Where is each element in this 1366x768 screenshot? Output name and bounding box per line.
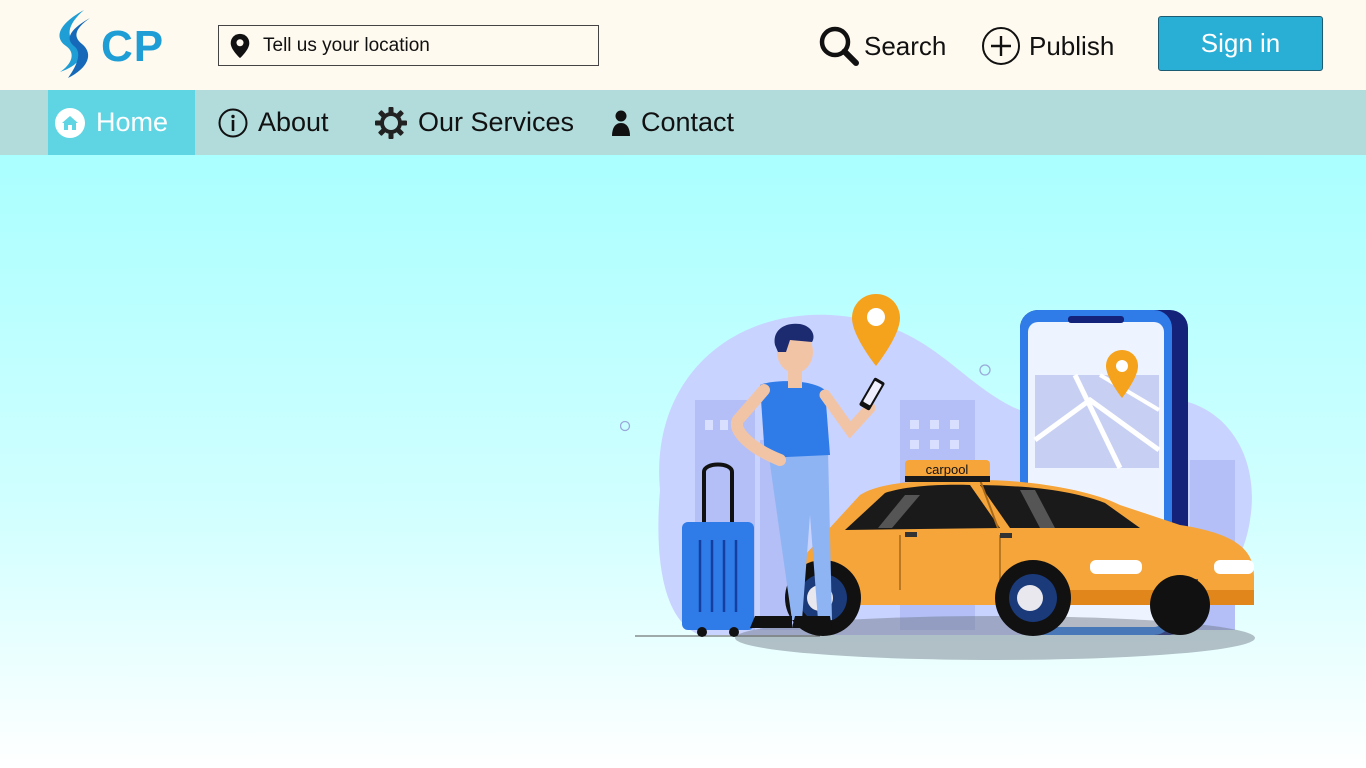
logo-text: CP [101, 22, 165, 71]
location-placeholder: Tell us your location [263, 34, 430, 56]
taxi-sign-label: carpool [926, 462, 969, 477]
gear-icon [375, 106, 407, 139]
main-nav: Home About Our Services Contact [0, 90, 1366, 155]
nav-item-home[interactable]: Home [48, 90, 195, 155]
nav-contact-label: Contact [641, 107, 735, 137]
search-label: Search [864, 30, 947, 61]
location-input[interactable]: Tell us your location [218, 25, 599, 66]
info-icon [218, 108, 248, 137]
nav-item-contact[interactable]: Contact [611, 90, 734, 155]
nav-item-services[interactable]: Our Services [374, 90, 574, 155]
hero-section: carpool [0, 155, 1366, 768]
top-header: CP Tell us your location Search Publish … [0, 0, 1366, 90]
logo-swoosh-icon [59, 10, 90, 78]
search-icon [819, 26, 859, 66]
nav-services-label: Our Services [418, 107, 575, 137]
nav-home-label: Home [96, 107, 169, 137]
nav-item-about[interactable]: About [218, 90, 329, 155]
search-button[interactable]: Search [818, 24, 946, 68]
site-logo[interactable]: CP [48, 8, 173, 82]
home-icon [55, 107, 85, 138]
plus-circle-icon [982, 27, 1020, 65]
publish-label: Publish [1029, 30, 1115, 61]
location-pin-icon [230, 33, 250, 58]
sign-in-button[interactable]: Sign in [1158, 16, 1323, 71]
publish-button[interactable]: Publish [981, 24, 1114, 68]
carpool-illustration: carpool [620, 294, 1255, 660]
map-on-phone [1033, 373, 1161, 470]
nav-about-label: About [258, 107, 329, 137]
person-icon [612, 110, 630, 136]
